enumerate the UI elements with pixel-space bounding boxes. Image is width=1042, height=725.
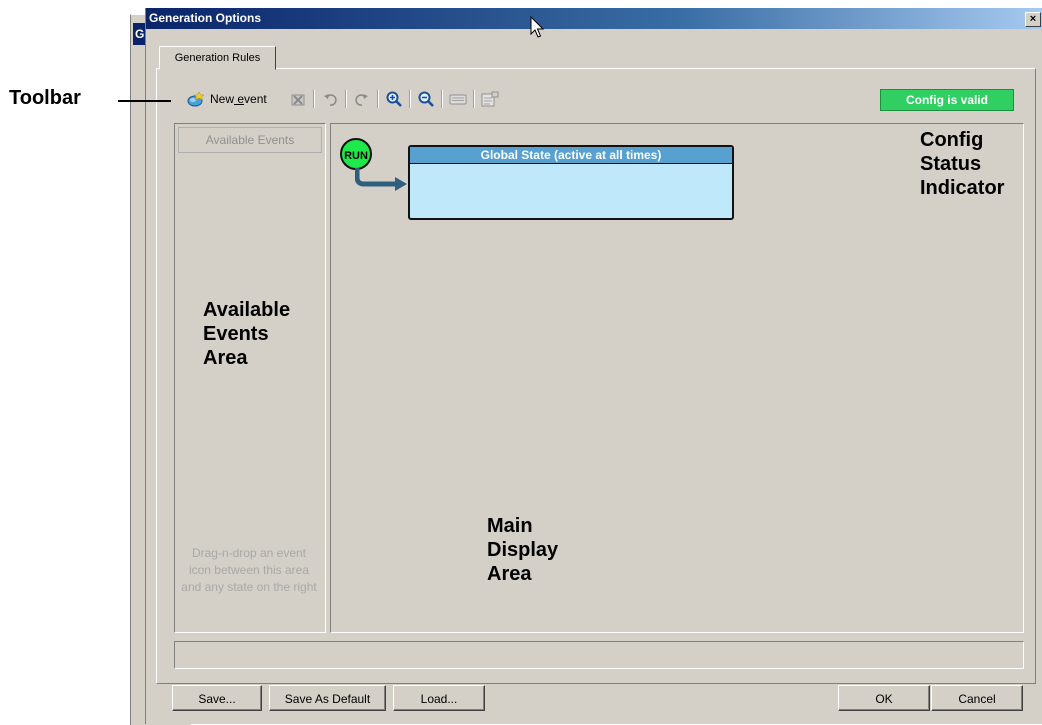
new-event-label: New event [210, 92, 267, 106]
events-area-annotation: Available Events Area [203, 299, 291, 369]
load-button[interactable]: Load... [393, 685, 485, 711]
toolbar-separator [472, 90, 475, 108]
zoom-in-icon [386, 91, 402, 107]
run-node[interactable]: RUN [340, 138, 372, 170]
redo-icon [354, 94, 368, 106]
cancel-button[interactable]: Cancel [931, 685, 1023, 711]
toolbar-separator [312, 90, 315, 108]
toolbar-separator [408, 90, 411, 108]
title-bar[interactable]: Generation Options × [146, 8, 1042, 29]
redo-button[interactable] [351, 88, 373, 110]
properties-icon [481, 91, 499, 107]
keyboard-button[interactable] [447, 88, 469, 110]
ok-button[interactable]: OK [838, 685, 930, 711]
toolbar-annotation: Toolbar [9, 87, 81, 109]
available-events-hint: Drag-n-drop an event icon between this a… [181, 546, 317, 594]
zoom-in-button[interactable] [383, 88, 405, 110]
mouse-cursor-icon [530, 16, 545, 38]
zoom-out-button[interactable] [415, 88, 437, 110]
keyboard-icon [449, 94, 467, 105]
config-status-indicator: Config is valid [880, 89, 1014, 111]
properties-button[interactable] [479, 88, 501, 110]
undo-icon [323, 94, 337, 106]
toolbar-separator [344, 90, 347, 108]
status-bar [174, 641, 1024, 669]
global-state-box[interactable]: Global State (active at all times) [408, 145, 734, 220]
available-events-header: Available Events [178, 127, 322, 153]
toolbar: New event [183, 88, 501, 110]
run-transition-arrow [355, 168, 407, 191]
window-title: Generation Options [149, 11, 262, 25]
toolbar-separator [440, 90, 443, 108]
undo-button[interactable] [319, 88, 341, 110]
tab-generation-rules[interactable]: Generation Rules [159, 46, 276, 70]
zoom-out-icon [418, 91, 434, 107]
delete-button[interactable] [287, 88, 309, 110]
delete-icon [291, 94, 305, 106]
toolbar-annotation-line [118, 100, 171, 102]
save-button[interactable]: Save... [172, 685, 262, 711]
config-status-annotation: Config Status Indicator [920, 129, 1005, 199]
new-event-button[interactable]: New event [183, 88, 271, 110]
close-button[interactable]: × [1025, 12, 1041, 27]
global-state-title: Global State (active at all times) [410, 147, 732, 164]
toolbar-separator [376, 90, 379, 108]
main-area-annotation: Main Display Area [487, 515, 559, 585]
new-event-icon [187, 91, 205, 107]
save-as-default-button[interactable]: Save As Default [269, 685, 386, 711]
